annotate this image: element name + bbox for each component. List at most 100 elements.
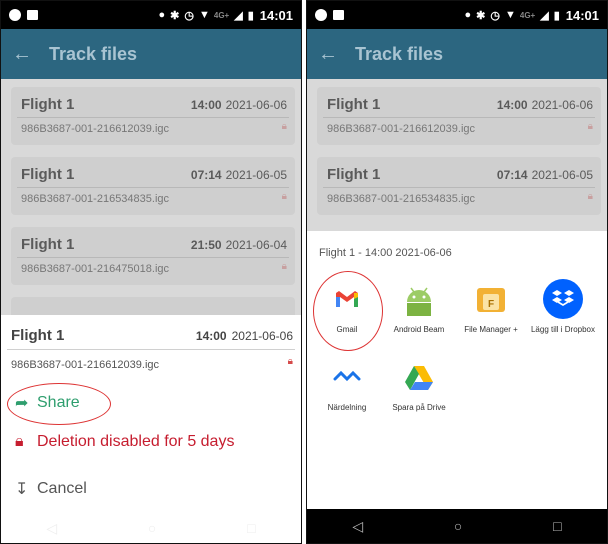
share-sheet: Flight 1 - 14:00 2021-06-06 Gmail Androi… — [307, 231, 607, 509]
track-file: 986B3687-001-216612039.igc — [21, 123, 170, 135]
signal-icon: ◢ — [540, 9, 549, 22]
lock-icon: 🔒︎ — [15, 433, 24, 450]
nav-recents-icon[interactable]: □ — [247, 520, 255, 536]
cancel-arrow-icon: ↧ — [15, 481, 29, 498]
status-bar: ● ✱ ◷ ▼ 4G+ ◢ ▮ 14:01 — [1, 1, 301, 29]
track-file: 986B3687-001-216475018.igc — [21, 263, 170, 275]
navigation-bar: ◁ ○ □ — [307, 509, 607, 543]
track-date: 2021-06-04 — [225, 238, 287, 252]
track-date: 2021-06-06 — [531, 98, 593, 112]
track-name: Flight 1 — [21, 236, 75, 253]
navigation-bar: ◁ ○ □ — [1, 513, 301, 543]
lock-icon: 🔒︎ — [281, 261, 287, 272]
page-title: Track files — [355, 43, 444, 64]
bluetooth-icon: ✱ — [476, 9, 486, 22]
track-card[interactable]: Flight 1 07:14 2021-06-05 986B3687-001-2… — [11, 157, 295, 215]
location-icon: ● — [464, 9, 472, 21]
android-icon — [399, 279, 439, 319]
share-target-android-beam[interactable]: Android Beam — [383, 279, 455, 335]
delete-label: Deletion disabled for 5 days — [37, 433, 235, 450]
share-target-nearby-share[interactable]: Närdelning — [311, 357, 383, 413]
nav-back-icon[interactable]: ◁ — [352, 518, 363, 535]
alarm-icon: ◷ — [490, 9, 500, 22]
wifi-icon: ▼ — [198, 9, 210, 21]
page-title: Track files — [49, 43, 138, 64]
track-date: 2021-06-06 — [225, 98, 287, 112]
lock-icon: 🔒︎ — [587, 191, 593, 202]
sheet-track-file: 986B3687-001-216612039.igc — [11, 359, 160, 371]
delete-button[interactable]: 🔒︎ Deletion disabled for 5 days — [15, 433, 234, 451]
track-card[interactable]: Flight 1 14:00 2021-06-06 986B3687-001-2… — [11, 87, 295, 145]
app-bar: ← Track files — [307, 29, 607, 79]
track-file: 986B3687-001-216612039.igc — [327, 123, 476, 135]
left-phone-screen: ● ✱ ◷ ▼ 4G+ ◢ ▮ 14:01 ← Track files Flig… — [0, 0, 302, 544]
svg-text:F: F — [488, 299, 494, 310]
share-label: Share — [37, 394, 80, 411]
share-target-google-drive[interactable]: Spara på Drive — [383, 357, 455, 413]
track-options-sheet: Flight 1 14:00 2021-06-06 986B3687-001-2… — [1, 315, 301, 543]
share-target-gmail[interactable]: Gmail — [311, 279, 383, 335]
share-target-label: Android Beam — [393, 325, 445, 334]
notification-dot-icon — [9, 9, 21, 21]
track-time: 14:00 — [496, 98, 528, 112]
clock: 14:01 — [259, 7, 293, 23]
sheet-track-date: 2021-06-06 — [231, 329, 293, 343]
track-card[interactable]: Flight 1 21:50 2021-06-04 986B3687-001-2… — [11, 227, 295, 285]
share-button[interactable]: ➦ Share — [15, 393, 80, 413]
notification-dot-icon — [315, 9, 327, 21]
right-phone-screen: ● ✱ ◷ ▼ 4G+ ◢ ▮ 14:01 ← Track files Flig… — [306, 0, 608, 544]
nav-home-icon[interactable]: ○ — [454, 518, 462, 534]
gallery-notification-icon — [27, 10, 38, 20]
track-card[interactable]: Flight 1 07:14 2021-06-05 986B3687-001-2… — [317, 157, 601, 215]
track-time: 14:00 — [190, 98, 222, 112]
bluetooth-icon: ✱ — [170, 9, 180, 22]
file-manager-icon: F — [471, 279, 511, 319]
track-time: 07:14 — [190, 168, 222, 182]
track-date: 2021-06-05 — [531, 168, 593, 182]
battery-icon: ▮ — [247, 9, 254, 22]
dropbox-icon — [543, 279, 583, 319]
google-drive-icon — [399, 357, 439, 397]
location-icon: ● — [158, 9, 166, 21]
share-target-label: File Manager + — [464, 325, 518, 334]
sheet-track-name: Flight 1 — [11, 327, 65, 344]
share-target-dropbox[interactable]: Lägg till i Dropbox — [527, 279, 599, 335]
track-time: 07:14 — [496, 168, 528, 182]
lock-icon: 🔒︎ — [287, 356, 293, 367]
track-name: Flight 1 — [327, 96, 381, 113]
share-target-label: Lägg till i Dropbox — [530, 325, 596, 334]
lock-icon: 🔒︎ — [587, 121, 593, 132]
wifi-icon: ▼ — [504, 9, 516, 21]
nav-home-icon[interactable]: ○ — [148, 520, 156, 536]
back-arrow-icon[interactable]: ← — [1, 43, 43, 66]
lock-icon: 🔒︎ — [281, 191, 287, 202]
track-card[interactable]: Flight 1 14:00 2021-06-06 986B3687-001-2… — [317, 87, 601, 145]
status-bar: ● ✱ ◷ ▼ 4G+ ◢ ▮ 14:01 — [307, 1, 607, 29]
share-target-file-manager[interactable]: F File Manager + — [455, 279, 527, 335]
nav-back-icon[interactable]: ◁ — [46, 520, 57, 537]
share-target-label: Spara på Drive — [392, 403, 446, 412]
nearby-share-icon — [327, 357, 367, 397]
lock-icon: 🔒︎ — [281, 121, 287, 132]
network-type: 4G+ — [213, 10, 230, 20]
share-arrow-icon: ➦ — [15, 395, 29, 412]
track-time: 21:50 — [190, 238, 222, 252]
nav-recents-icon[interactable]: □ — [553, 518, 561, 534]
track-name: Flight 1 — [21, 96, 75, 113]
gmail-icon — [327, 279, 367, 319]
track-name: Flight 1 — [327, 166, 381, 183]
battery-icon: ▮ — [553, 9, 560, 22]
back-arrow-icon[interactable]: ← — [307, 43, 349, 66]
signal-icon: ◢ — [234, 9, 243, 22]
cancel-button[interactable]: ↧ Cancel — [15, 479, 87, 499]
track-name: Flight 1 — [21, 166, 75, 183]
track-date: 2021-06-05 — [225, 168, 287, 182]
cancel-label: Cancel — [37, 480, 87, 497]
network-type: 4G+ — [519, 10, 536, 20]
track-file: 986B3687-001-216534835.igc — [327, 193, 476, 205]
alarm-icon: ◷ — [184, 9, 194, 22]
gallery-notification-icon — [333, 10, 344, 20]
share-target-label: Närdelning — [327, 403, 367, 412]
app-bar: ← Track files — [1, 29, 301, 79]
share-sheet-title: Flight 1 - 14:00 2021-06-06 — [319, 247, 452, 259]
